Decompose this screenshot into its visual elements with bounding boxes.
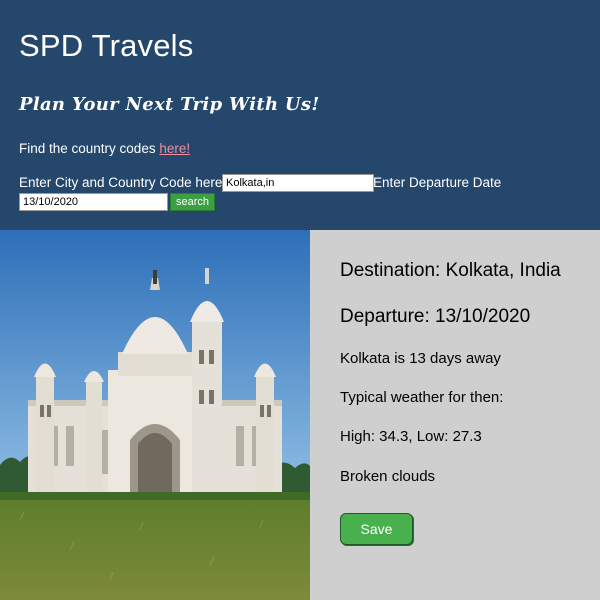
city-input[interactable]	[222, 174, 374, 192]
tagline: Plan Your Next Trip With Us!	[19, 94, 320, 115]
country-codes-row: Find the country codes here!	[19, 141, 190, 156]
country-codes-text: Find the country codes	[19, 141, 160, 156]
departure-text: Departure: 13/10/2020	[340, 306, 531, 327]
temperature-text: High: 34.3, Low: 27.3	[340, 428, 482, 445]
weather-heading: Typical weather for then:	[340, 389, 504, 406]
brand-title: SPD Travels	[19, 28, 194, 63]
victoria-memorial-illustration	[0, 230, 310, 600]
date-input[interactable]	[19, 193, 168, 211]
days-away-text: Kolkata is 13 days away	[340, 350, 501, 367]
save-button[interactable]: Save	[340, 513, 413, 545]
date-label: Enter Departure Date	[373, 175, 502, 190]
country-codes-link[interactable]: here!	[159, 141, 190, 156]
header-banner: SPD Travels Plan Your Next Trip With Us!…	[0, 0, 600, 230]
conditions-text: Broken clouds	[340, 468, 436, 485]
trip-info-panel: Destination: Kolkata, India Departure: 1…	[310, 230, 600, 600]
destination-text: Destination: Kolkata, India	[340, 260, 561, 281]
destination-photo	[0, 230, 310, 600]
search-button[interactable]: search	[170, 193, 215, 211]
city-label: Enter City and Country Code here	[19, 175, 223, 190]
